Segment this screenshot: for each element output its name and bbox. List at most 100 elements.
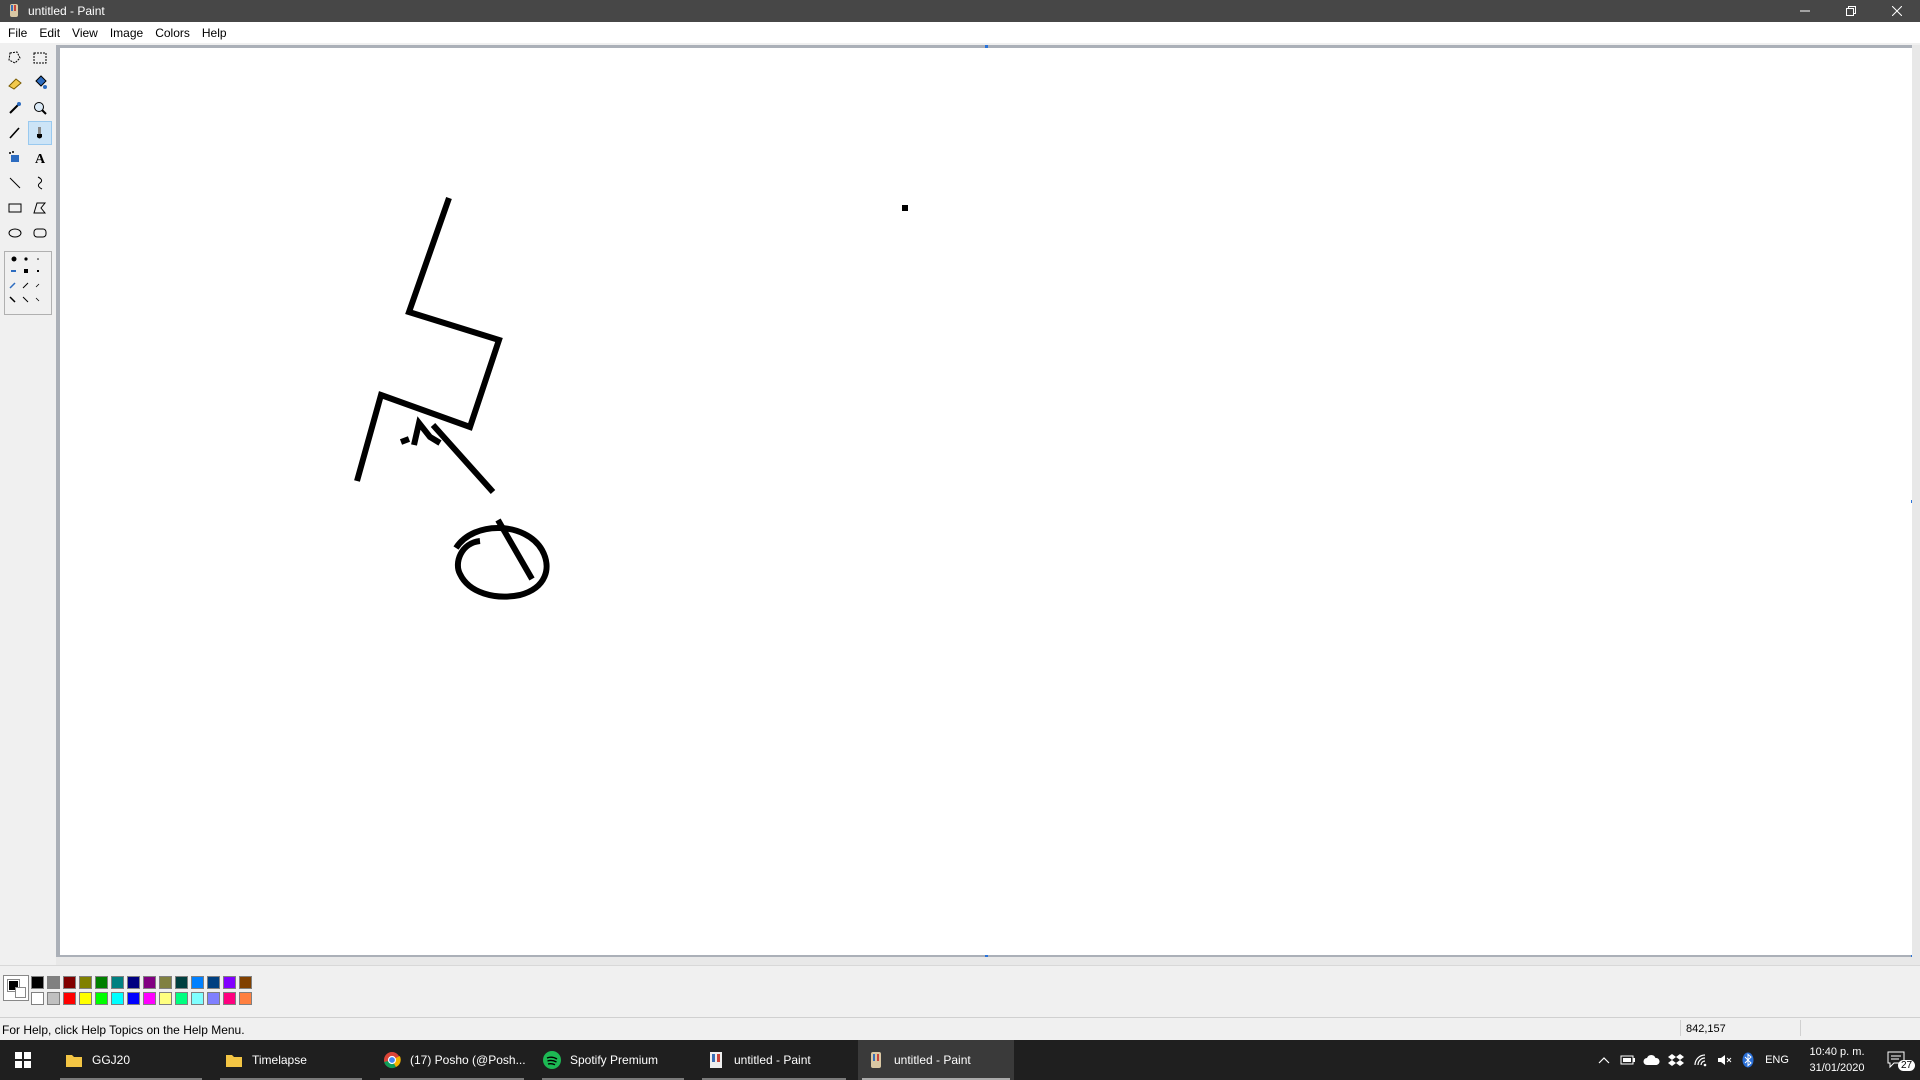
menu-view[interactable]: View — [66, 24, 104, 42]
palette-swatch[interactable] — [191, 976, 204, 989]
palette-swatch[interactable] — [111, 992, 124, 1005]
status-divider — [1680, 1020, 1681, 1036]
palette-swatch[interactable] — [207, 976, 220, 989]
action-center-button[interactable]: 27 — [1880, 1040, 1916, 1080]
palette-swatch[interactable] — [175, 976, 188, 989]
palette-swatch[interactable] — [31, 976, 44, 989]
menu-colors[interactable]: Colors — [149, 24, 196, 42]
pencil-icon — [9, 127, 20, 139]
bluetooth-icon — [1742, 1052, 1754, 1068]
tool-rounded-rectangle[interactable] — [28, 221, 52, 245]
volume-muted-icon — [1718, 1055, 1732, 1065]
tray-dropbox[interactable] — [1665, 1040, 1687, 1080]
close-button[interactable] — [1874, 0, 1920, 22]
tray-volume[interactable] — [1714, 1040, 1736, 1080]
palette-swatch[interactable] — [111, 976, 124, 989]
paint-icon — [706, 1050, 726, 1070]
chevron-up-icon — [1598, 1057, 1610, 1064]
palette-swatch[interactable] — [207, 992, 220, 1005]
canvas-area — [56, 45, 1920, 965]
palette-swatch[interactable] — [63, 976, 76, 989]
horizontal-scrollbar[interactable] — [56, 957, 1920, 965]
taskbar-item-ggj20[interactable]: GGJ20 — [56, 1040, 206, 1080]
taskbar-item-spotify[interactable]: Spotify Premium — [538, 1040, 688, 1080]
taskbar-item-label: Spotify Premium — [570, 1053, 659, 1067]
palette-swatch[interactable] — [127, 992, 140, 1005]
tool-text[interactable]: A — [28, 146, 52, 170]
menu-image[interactable]: Image — [104, 24, 149, 42]
minimize-button[interactable] — [1782, 0, 1828, 22]
show-hidden-icons-button[interactable] — [1594, 1040, 1614, 1080]
taskbar-item-paint-1[interactable]: untitled - Paint — [698, 1040, 850, 1080]
select-icon — [33, 52, 47, 64]
drawing-canvas[interactable] — [60, 48, 1912, 955]
taskbar: GGJ20 Timelapse (17) Posho (@Posh... Spo… — [0, 1040, 1920, 1080]
tool-pencil[interactable] — [3, 121, 27, 145]
palette-swatch[interactable] — [191, 992, 204, 1005]
menu-bar: File Edit View Image Colors Help — [0, 22, 1920, 43]
resize-handle-top[interactable] — [985, 45, 988, 48]
fill-icon — [35, 75, 47, 89]
menu-file[interactable]: File — [2, 24, 33, 42]
tool-polygon[interactable] — [28, 196, 52, 220]
taskbar-item-label: Timelapse — [252, 1053, 307, 1067]
start-button[interactable] — [0, 1040, 46, 1080]
tool-curve[interactable] — [28, 171, 52, 195]
brush-shape-options — [9, 256, 40, 303]
tray-language[interactable]: ENG — [1762, 1040, 1792, 1080]
tool-rectangle[interactable] — [3, 196, 27, 220]
menu-edit[interactable]: Edit — [33, 24, 66, 42]
title-bar: untitled - Paint — [0, 0, 1920, 22]
palette-swatch[interactable] — [95, 976, 108, 989]
canvas-drawing — [354, 197, 908, 600]
tool-eraser[interactable] — [3, 71, 27, 95]
palette-swatch[interactable] — [47, 992, 60, 1005]
palette-swatch[interactable] — [143, 992, 156, 1005]
palette-swatch[interactable] — [95, 992, 108, 1005]
eraser-icon — [8, 78, 22, 90]
tool-line[interactable] — [3, 171, 27, 195]
tool-options-panel[interactable] — [4, 251, 52, 315]
minimize-icon — [1800, 10, 1810, 12]
ellipse-icon — [8, 228, 22, 238]
tool-fill[interactable] — [28, 71, 52, 95]
taskbar-item-chrome[interactable]: (17) Posho (@Posh... — [376, 1040, 528, 1080]
palette-swatch[interactable] — [175, 992, 188, 1005]
palette-swatch[interactable] — [159, 992, 172, 1005]
palette-swatch[interactable] — [127, 976, 140, 989]
status-coordinates: 842,157 — [1686, 1023, 1726, 1035]
palette-swatch[interactable] — [79, 992, 92, 1005]
text-icon: A — [35, 152, 46, 166]
restore-button[interactable] — [1828, 0, 1874, 22]
tool-brush[interactable] — [28, 121, 52, 145]
tool-select[interactable] — [28, 46, 52, 70]
palette-swatch[interactable] — [47, 976, 60, 989]
tray-wifi[interactable] — [1690, 1040, 1712, 1080]
tray-clock[interactable]: 10:40 p. m. 31/01/2020 — [1796, 1044, 1878, 1076]
tool-free-form-select[interactable] — [3, 46, 27, 70]
palette-swatch[interactable] — [223, 976, 236, 989]
tool-color-picker[interactable] — [3, 96, 27, 120]
palette-swatch[interactable] — [239, 976, 252, 989]
tool-ellipse[interactable] — [3, 221, 27, 245]
cloud-icon — [1643, 1054, 1660, 1065]
current-colors-box[interactable] — [3, 975, 29, 1001]
notification-count: 27 — [1898, 1060, 1916, 1071]
tray-onedrive[interactable] — [1641, 1040, 1663, 1080]
tool-magnifier[interactable] — [28, 96, 52, 120]
menu-help[interactable]: Help — [196, 24, 233, 42]
taskbar-item-paint-2[interactable]: untitled - Paint — [858, 1040, 1014, 1080]
palette-swatch[interactable] — [159, 976, 172, 989]
taskbar-item-timelapse[interactable]: Timelapse — [216, 1040, 366, 1080]
palette-swatch[interactable] — [143, 976, 156, 989]
palette-swatch[interactable] — [239, 992, 252, 1005]
tray-battery[interactable] — [1617, 1040, 1639, 1080]
vertical-scrollbar[interactable] — [1912, 45, 1920, 965]
tray-bluetooth[interactable] — [1738, 1040, 1758, 1080]
palette-swatch[interactable] — [79, 976, 92, 989]
palette-swatch[interactable] — [63, 992, 76, 1005]
palette-swatch[interactable] — [223, 992, 236, 1005]
tool-airbrush[interactable] — [3, 146, 27, 170]
taskbar-item-label: untitled - Paint — [894, 1053, 971, 1067]
palette-swatch[interactable] — [31, 992, 44, 1005]
